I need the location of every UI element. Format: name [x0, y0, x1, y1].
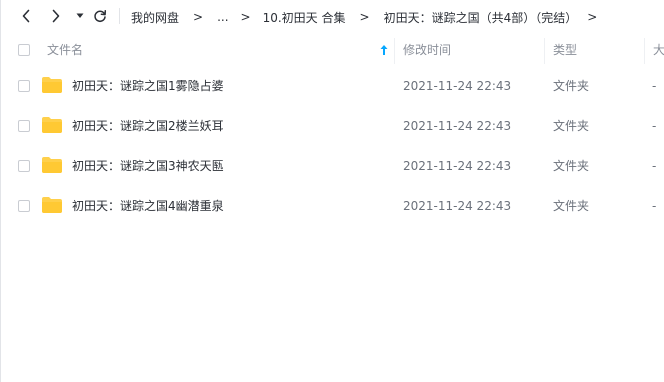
- table-row[interactable]: 初田天：谜踪之国3神农天匦 2021-11-24 22:43 文件夹 -: [1, 146, 664, 186]
- file-name[interactable]: 初田天：谜踪之国1雾隐占婆: [72, 66, 224, 106]
- column-size-header[interactable]: 大: [653, 34, 664, 66]
- table-row[interactable]: 初田天：谜踪之国2楼兰妖耳 2021-11-24 22:43 文件夹 -: [1, 106, 664, 146]
- row-checkbox[interactable]: [18, 80, 30, 92]
- file-type: 文件夹: [553, 159, 590, 173]
- modified-time: 2021-11-24 22:43: [403, 79, 512, 93]
- chevron-left-icon[interactable]: [16, 6, 36, 26]
- column-name-header[interactable]: 文件名: [47, 34, 83, 66]
- file-type: 文件夹: [553, 79, 590, 93]
- row-checkbox[interactable]: [18, 120, 30, 132]
- file-size: -: [652, 119, 657, 133]
- file-type: 文件夹: [553, 119, 590, 133]
- breadcrumb-item-collection[interactable]: 10.初田天 合集: [263, 9, 346, 26]
- file-size: -: [652, 199, 657, 213]
- column-type-header[interactable]: 类型: [553, 34, 577, 66]
- column-divider[interactable]: [394, 38, 395, 64]
- nav-divider: [119, 8, 120, 24]
- table-row[interactable]: 初田天：谜踪之国1雾隐占婆 2021-11-24 22:43 文件夹 -: [1, 66, 664, 106]
- modified-time: 2021-11-24 22:43: [403, 199, 512, 213]
- column-modified-header[interactable]: 修改时间: [403, 34, 451, 66]
- folder-icon: [42, 77, 62, 93]
- refresh-icon[interactable]: [90, 6, 110, 26]
- navigation-bar: 我的网盘 > ... > 10.初田天 合集 > 初田天：谜踪之国（共4部）（完…: [1, 0, 664, 34]
- select-all-checkbox[interactable]: [18, 44, 30, 56]
- folder-icon: [42, 157, 62, 173]
- arrow-up-icon[interactable]: [379, 44, 389, 56]
- file-size: -: [652, 79, 657, 93]
- breadcrumb-separator: >: [587, 10, 598, 24]
- breadcrumb-separator: >: [359, 10, 370, 24]
- breadcrumb: 我的网盘 > ... > 10.初田天 合集 > 初田天：谜踪之国（共4部）（完…: [131, 0, 611, 34]
- breadcrumb-item-ellipsis[interactable]: ...: [217, 10, 228, 24]
- column-divider[interactable]: [644, 38, 645, 64]
- breadcrumb-separator: >: [240, 10, 251, 24]
- file-type: 文件夹: [553, 199, 590, 213]
- chevron-right-icon[interactable]: [46, 6, 66, 26]
- table-row[interactable]: 初田天：谜踪之国4幽潜重泉 2021-11-24 22:43 文件夹 -: [1, 186, 664, 226]
- modified-time: 2021-11-24 22:43: [403, 159, 512, 173]
- file-name[interactable]: 初田天：谜踪之国2楼兰妖耳: [72, 106, 224, 146]
- file-size: -: [652, 159, 657, 173]
- breadcrumb-item-current[interactable]: 初田天：谜踪之国（共4部）（完结）: [384, 9, 578, 26]
- modified-time: 2021-11-24 22:43: [403, 119, 512, 133]
- caret-down-icon[interactable]: [70, 6, 90, 26]
- row-checkbox[interactable]: [18, 160, 30, 172]
- column-divider[interactable]: [544, 38, 545, 64]
- file-browser-window: 我的网盘 > ... > 10.初田天 合集 > 初田天：谜踪之国（共4部）（完…: [0, 0, 664, 382]
- file-name[interactable]: 初田天：谜踪之国4幽潜重泉: [72, 186, 224, 226]
- breadcrumb-item-my-drive[interactable]: 我的网盘: [131, 9, 179, 26]
- row-checkbox[interactable]: [18, 200, 30, 212]
- folder-icon: [42, 197, 62, 213]
- breadcrumb-separator: >: [193, 10, 204, 24]
- file-name[interactable]: 初田天：谜踪之国3神农天匦: [72, 146, 224, 186]
- folder-icon: [42, 117, 62, 133]
- column-header: 文件名 修改时间 类型 大: [1, 34, 664, 66]
